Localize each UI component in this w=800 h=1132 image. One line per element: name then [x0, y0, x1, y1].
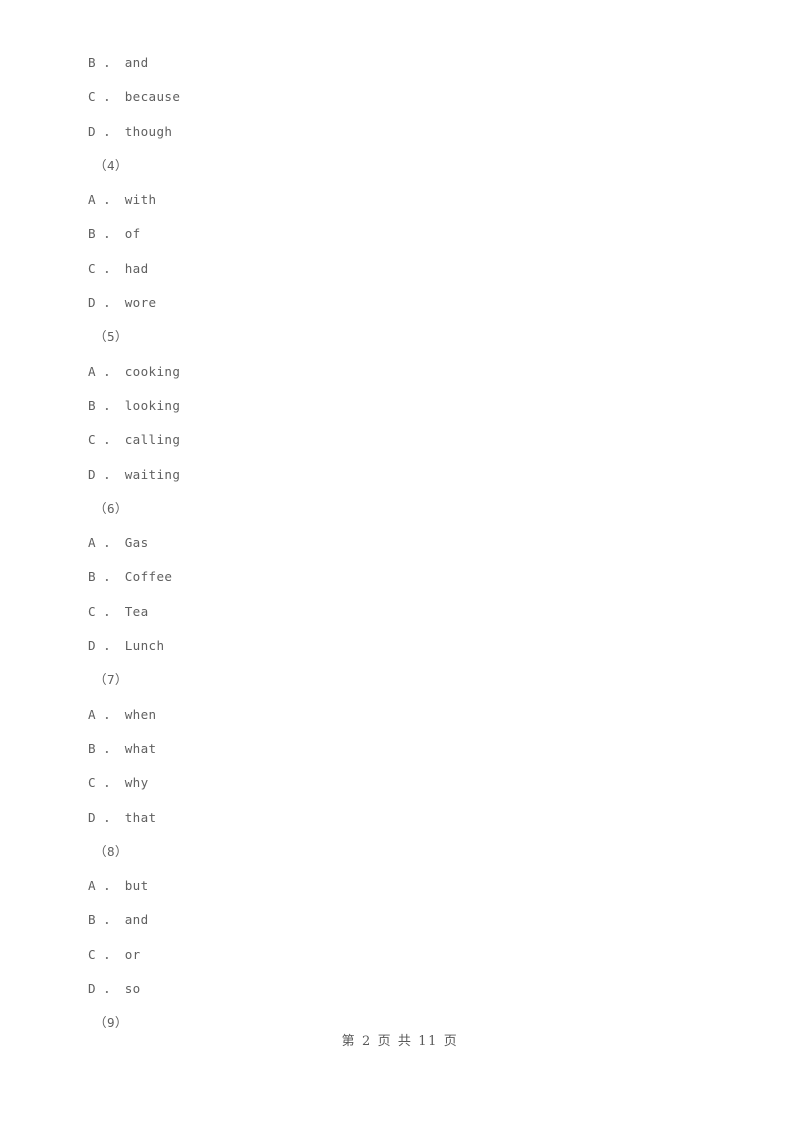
- answer-option: C ． or: [88, 946, 141, 962]
- answer-option: C ． why: [88, 775, 149, 791]
- document-body: B ． and C ． because D ． though （4） A ． with B…: [88, 46, 708, 1041]
- answer-option: A ． Gas: [88, 535, 149, 551]
- question-number: （8）: [94, 843, 128, 859]
- answer-option: C ． calling: [88, 432, 181, 448]
- answer-option: C ． had: [88, 260, 149, 276]
- answer-option: D ． Lunch: [88, 638, 165, 654]
- answer-option: D ． though: [88, 123, 173, 139]
- question-number: （6）: [94, 500, 128, 516]
- question-number: （7）: [94, 672, 128, 688]
- answer-option: C ． Tea: [88, 603, 149, 619]
- page-number-indicator: 第 2 页 共 11 页: [341, 1034, 459, 1049]
- answer-option: B ． what: [88, 740, 157, 756]
- answer-option: B ． looking: [88, 397, 181, 413]
- answer-option: A ． but: [88, 878, 149, 894]
- answer-option: A ． when: [88, 706, 157, 722]
- question-number: （5）: [94, 329, 128, 345]
- answer-option: D ． waiting: [88, 466, 181, 482]
- answer-option: C ． because: [88, 89, 181, 105]
- answer-option: A ． cooking: [88, 363, 181, 379]
- answer-option: D ． wore: [88, 295, 157, 311]
- answer-option: D ． that: [88, 809, 157, 825]
- answer-option: A ． with: [88, 192, 157, 208]
- document-page: B ． and C ． because D ． though （4） A ． with B…: [0, 0, 800, 1132]
- answer-option: B ． Coffee: [88, 569, 173, 585]
- page-footer: 第 2 页 共 11 页: [0, 1030, 800, 1049]
- question-number: （4）: [94, 157, 128, 173]
- answer-option: B ． and: [88, 912, 149, 928]
- answer-option: B ． and: [88, 55, 149, 70]
- answer-option: B ． of: [88, 226, 141, 242]
- answer-option: D ． so: [88, 981, 141, 997]
